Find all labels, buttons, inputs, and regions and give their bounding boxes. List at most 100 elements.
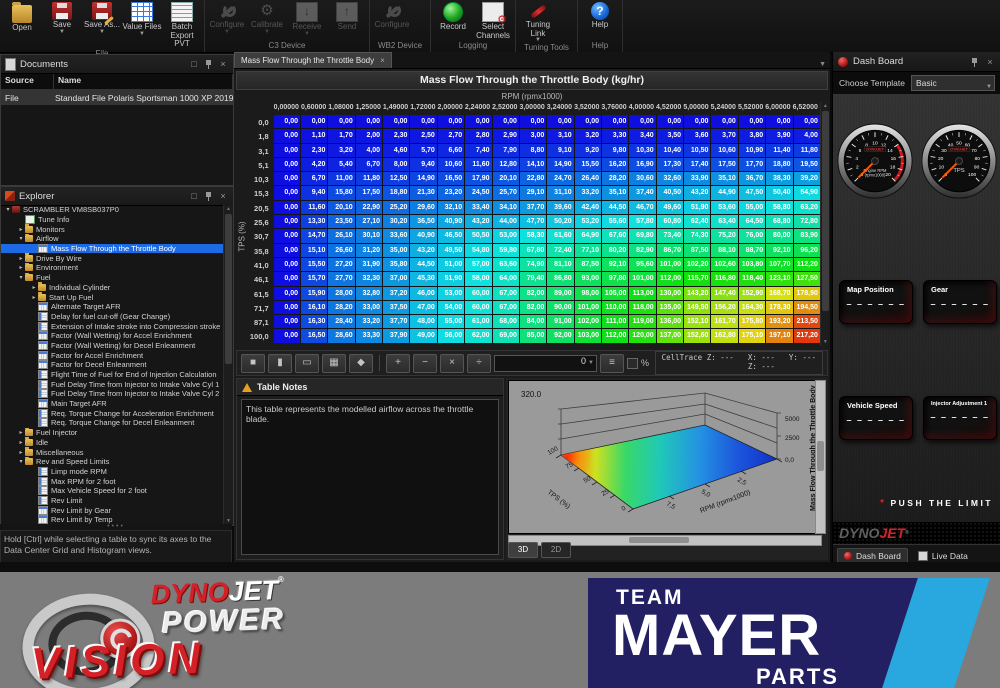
- table-cell[interactable]: 44,00: [493, 215, 519, 228]
- tree-item-idle[interactable]: ▸Idle: [1, 438, 224, 448]
- expander-icon[interactable]: ▾: [4, 206, 12, 213]
- table-cell[interactable]: 16,10: [301, 301, 327, 314]
- col-header[interactable]: 6,52000: [793, 102, 820, 115]
- tree-item-factor-wall-wetting-for-accel-enrichment[interactable]: Factor (Wall Wetting) for Accel Enrichme…: [1, 331, 224, 341]
- table-cell[interactable]: 0,00: [274, 301, 300, 314]
- table-cell[interactable]: 35,00: [383, 244, 409, 257]
- table-cell[interactable]: 40,90: [438, 215, 464, 228]
- table-cell[interactable]: 92,10: [602, 258, 628, 271]
- table-cell[interactable]: 112,00: [657, 272, 683, 285]
- table-cell[interactable]: 27,20: [328, 258, 354, 271]
- table-cell[interactable]: 67,00: [493, 301, 519, 314]
- table-cell[interactable]: 118,00: [629, 301, 655, 314]
- table-cell[interactable]: 193,20: [766, 315, 792, 328]
- table-cell[interactable]: 24,70: [547, 172, 573, 185]
- expander-icon[interactable]: ▸: [17, 429, 25, 436]
- row-header[interactable]: 87,1: [245, 316, 273, 329]
- table-cell[interactable]: 15,70: [301, 272, 327, 285]
- table-cell[interactable]: 53,00: [438, 287, 464, 300]
- col-header[interactable]: 3,52000: [574, 102, 601, 115]
- table-cell[interactable]: 61,00: [465, 315, 491, 328]
- table-cell[interactable]: 152,10: [684, 315, 710, 328]
- table-cell[interactable]: 161,70: [711, 315, 737, 328]
- table-cell[interactable]: 44,50: [602, 201, 628, 214]
- tree-item-start-up-fuel[interactable]: ▸Start Up Fuel: [1, 292, 224, 302]
- table-cell[interactable]: 16,90: [629, 158, 655, 171]
- table-cell[interactable]: 28,60: [328, 329, 354, 342]
- row-header[interactable]: 30,7: [245, 230, 273, 243]
- table-cell[interactable]: 47,00: [410, 301, 436, 314]
- table-cell[interactable]: 10,30: [629, 144, 655, 157]
- table-cell[interactable]: 50,40: [766, 186, 792, 199]
- table-cell[interactable]: 16,50: [301, 329, 327, 342]
- table-cell[interactable]: 175,10: [739, 329, 765, 342]
- table-cell[interactable]: 50,20: [547, 215, 573, 228]
- table-cell[interactable]: 68,80: [766, 215, 792, 228]
- table-cell[interactable]: 32,80: [356, 287, 382, 300]
- table-cell[interactable]: 17,50: [356, 186, 382, 199]
- table-cell[interactable]: 50,50: [465, 229, 491, 242]
- col-header[interactable]: 4,52000: [656, 102, 683, 115]
- table-cell[interactable]: 20,10: [328, 201, 354, 214]
- apply-button[interactable]: ≡: [600, 354, 624, 373]
- row-header[interactable]: 15,3: [245, 187, 273, 200]
- col-header[interactable]: 6,00000: [765, 102, 792, 115]
- table-cell[interactable]: 60,80: [657, 215, 683, 228]
- expander-icon[interactable]: ▾: [17, 274, 25, 281]
- table-cell[interactable]: 47,50: [739, 186, 765, 199]
- table-cell[interactable]: 130,00: [657, 287, 683, 300]
- table-cell[interactable]: 46,70: [629, 201, 655, 214]
- table-cell[interactable]: 31,20: [356, 244, 382, 257]
- table-cell[interactable]: 101,00: [575, 301, 601, 314]
- table-cell[interactable]: 0,00: [274, 172, 300, 185]
- table-cell[interactable]: 81,10: [547, 258, 573, 271]
- table-cell[interactable]: 49,60: [657, 201, 683, 214]
- table-cell[interactable]: 82,00: [520, 301, 546, 314]
- table-cell[interactable]: 37,50: [383, 301, 409, 314]
- col-header[interactable]: 1,49000: [383, 102, 410, 115]
- plus-button[interactable]: +: [386, 354, 410, 373]
- table-cell[interactable]: 11,40: [766, 144, 792, 157]
- table-cell[interactable]: 27,10: [356, 215, 382, 228]
- table-cell[interactable]: 85,00: [520, 329, 546, 342]
- table-cell[interactable]: 3,30: [602, 129, 628, 142]
- scroll-up-icon[interactable]: ▲: [821, 103, 830, 109]
- table-cell[interactable]: 87,50: [684, 244, 710, 257]
- tree-item-rev-limit-by-gear[interactable]: Rev Limit by Gear: [1, 505, 224, 515]
- table-cell[interactable]: 31,10: [547, 186, 573, 199]
- table-cell[interactable]: 26,40: [575, 172, 601, 185]
- table-cell[interactable]: 30,60: [629, 172, 655, 185]
- table-cell[interactable]: 0,00: [274, 329, 300, 342]
- table-cell[interactable]: 14,90: [410, 172, 436, 185]
- table-cell[interactable]: 3,80: [739, 129, 765, 142]
- table-cell[interactable]: 2,90: [493, 129, 519, 142]
- table-cell[interactable]: 82,00: [520, 287, 546, 300]
- table-cell[interactable]: 0,00: [657, 115, 683, 128]
- tree-item-factor-for-accel-enrichment[interactable]: Factor for Accel Enrichment: [1, 350, 224, 360]
- table-cell[interactable]: 4,20: [301, 158, 327, 171]
- table-cell[interactable]: 10,90: [739, 144, 765, 157]
- cell-value-input[interactable]: 0 ▼: [494, 355, 597, 372]
- table-cell[interactable]: 152,60: [684, 329, 710, 342]
- row-header[interactable]: 46,1: [245, 273, 273, 286]
- tree-item-limp-mode-rpm[interactable]: Limp mode RPM: [1, 467, 224, 477]
- table-cell[interactable]: 164,30: [739, 301, 765, 314]
- percent-checkbox[interactable]: [627, 358, 638, 369]
- table-cell[interactable]: 105,00: [602, 287, 628, 300]
- table-cell[interactable]: 2,30: [383, 129, 409, 142]
- table-cell[interactable]: 136,00: [657, 315, 683, 328]
- row-header[interactable]: 25,6: [245, 216, 273, 229]
- table-cell[interactable]: 8,80: [520, 144, 546, 157]
- table-cell[interactable]: 64,90: [575, 229, 601, 242]
- col-header[interactable]: 1,25000: [356, 102, 383, 115]
- tree-item-req-torque-change-for-decel-enleanment[interactable]: Req. Torque Change for Decel Enleanment: [1, 418, 224, 428]
- table-cell[interactable]: 64,00: [493, 272, 519, 285]
- table-cell[interactable]: 11,80: [356, 172, 382, 185]
- row-header[interactable]: 71,7: [245, 302, 273, 315]
- pin-icon[interactable]: [204, 58, 213, 70]
- table-cell[interactable]: 49,50: [438, 244, 464, 257]
- tree-item-drive-by-wire[interactable]: ▸Drive By Wire: [1, 253, 224, 263]
- table-cell[interactable]: 0,00: [274, 315, 300, 328]
- table-cell[interactable]: 19,50: [794, 158, 820, 171]
- table-cell[interactable]: 16,20: [602, 158, 628, 171]
